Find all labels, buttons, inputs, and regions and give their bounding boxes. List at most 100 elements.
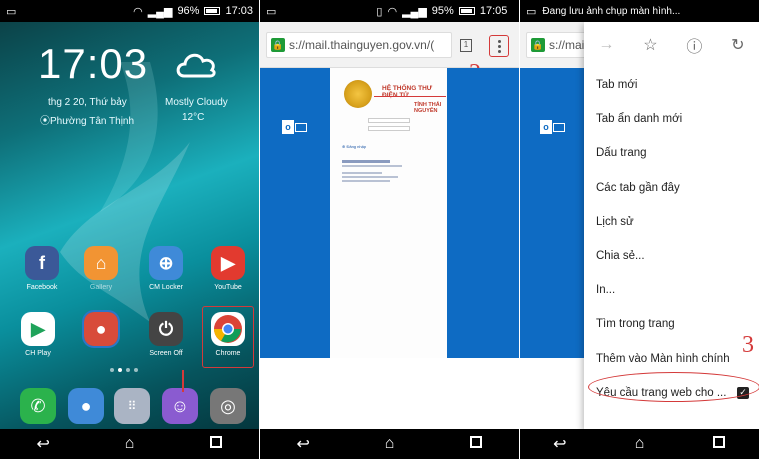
menu-new-incognito-tab[interactable]: Tab ẩn danh mới	[584, 102, 759, 136]
forward-icon[interactable]: →	[598, 36, 614, 54]
menu-share[interactable]: Chia sẻ...	[584, 239, 759, 273]
play-store-icon: ▶	[21, 312, 55, 346]
temperature-label: 12°C	[182, 112, 205, 123]
app-voice[interactable]: ●	[75, 310, 127, 350]
login-link[interactable]: ⊕ Đăng nhập	[342, 144, 366, 149]
status-bar: ▭ ▯ ◠ ▂▄▆ 95% 17:05	[260, 0, 519, 22]
clock-widget[interactable]: 17:03	[38, 40, 148, 88]
dock: ✆ ● ⠿ ☺ ◎	[0, 384, 259, 429]
signal-icon: ▂▄▆	[402, 5, 427, 18]
camera-icon[interactable]: ◎	[210, 388, 246, 424]
notification-text: Đang lưu ảnh chụp màn hình...	[542, 5, 681, 17]
wifi-icon: ◠	[133, 5, 143, 18]
battery-percent: 95%	[431, 5, 454, 17]
weather-label: Mostly Cloudy	[165, 97, 228, 108]
url-bar[interactable]: 🔒 s://mail.thainguyen.gov.vn/(	[266, 32, 452, 58]
home-icon[interactable]: ⌂	[114, 435, 144, 453]
back-icon[interactable]: ↩	[545, 434, 575, 454]
footer-text	[342, 180, 390, 182]
facebook-icon: f	[25, 246, 59, 280]
home-icon[interactable]: ⌂	[624, 435, 654, 453]
back-icon[interactable]: ↩	[288, 434, 318, 454]
menu-button[interactable]	[489, 35, 509, 57]
microphone-icon: ●	[82, 310, 120, 348]
nav-bar: ↩ ⌂	[0, 429, 259, 459]
page-indicator	[110, 368, 138, 372]
nav-bar: ↩ ⌂	[260, 429, 519, 459]
outlook-icon: o	[540, 118, 566, 136]
battery-icon	[458, 7, 475, 15]
status-bar: ▭ ◠ ▂▄▆ 96% 17:03	[0, 0, 259, 22]
back-icon[interactable]: ↩	[28, 434, 58, 454]
home-icon[interactable]: ⌂	[374, 435, 404, 453]
title-divider	[374, 96, 446, 97]
footer-text	[342, 160, 390, 163]
location-label: ⦿Phường Tân Thịnh	[40, 116, 135, 127]
mail-login-page: HỆ THỐNG THƯ ĐIỆN TỬ TỈNH THÁI NGUYÊN ⊕ …	[330, 68, 448, 358]
menu-new-tab[interactable]: Tab mới	[584, 68, 759, 102]
contacts-icon[interactable]: ●	[68, 388, 104, 424]
date-label: thg 2 20, Thứ bảy	[48, 97, 127, 108]
footer-text	[342, 165, 402, 167]
browser-panel: ▭ ▯ ◠ ▂▄▆ 95% 17:05 🔒 s://mail.thainguye…	[260, 0, 519, 459]
app-ch-play[interactable]: ▶ CH Play	[12, 312, 64, 357]
gallery-icon: ⌂	[84, 246, 118, 280]
home-screen-panel: ▭ ◠ ▂▄▆ 96% 17:03 17:03 thg 2 20, Thứ bả…	[0, 0, 259, 459]
messages-icon[interactable]: ☺	[162, 388, 198, 424]
outlook-side-panel	[447, 68, 519, 358]
menu-bookmarks[interactable]: Dấu trang	[584, 136, 759, 170]
app-chrome[interactable]: Chrome	[202, 312, 254, 357]
screenshot-icon: ▭	[266, 5, 277, 18]
status-time: 17:05	[479, 5, 508, 17]
menu-recent-tabs[interactable]: Các tab gần đây	[584, 171, 759, 205]
footer-text	[342, 172, 382, 174]
info-icon[interactable]: ⓘ	[686, 33, 702, 57]
menu-print[interactable]: In...	[584, 273, 759, 307]
lock-icon: 🔒	[531, 38, 545, 52]
recents-icon[interactable]	[704, 435, 734, 453]
tab-switcher-button[interactable]: 1	[460, 39, 472, 52]
menu-find-in-page[interactable]: Tìm trong trang	[584, 307, 759, 341]
desktop-site-highlight	[588, 372, 759, 402]
reload-icon[interactable]: ↻	[731, 35, 744, 55]
chrome-icon	[211, 312, 245, 346]
signal-icon: ▂▄▆	[147, 5, 173, 18]
power-icon: ⏻	[149, 312, 183, 346]
lock-icon: 🔒	[271, 38, 285, 52]
battery-icon	[204, 7, 221, 15]
star-icon[interactable]: ☆	[643, 35, 657, 55]
nav-bar: ↩ ⌂	[520, 429, 759, 459]
outlook-icon: o	[282, 118, 308, 136]
step-1-marker	[182, 370, 184, 392]
app-gallery[interactable]: ⌂ Gallery	[75, 246, 127, 291]
outlook-side-panel: o	[260, 68, 330, 358]
browser-menu-panel: ▭ Đang lưu ảnh chụp màn hình... 🔒 s://ma…	[520, 0, 759, 459]
menu-history[interactable]: Lịch sử	[584, 205, 759, 239]
app-drawer-icon[interactable]: ⠿	[114, 388, 150, 424]
chrome-menu: → ☆ ⓘ ↻ Tab mới Tab ẩn danh mới Dấu tran…	[584, 22, 759, 429]
wifi-icon: ◠	[387, 5, 398, 18]
password-field[interactable]	[368, 126, 410, 131]
screenshot-icon: ▭	[6, 5, 17, 18]
recents-icon[interactable]	[201, 435, 231, 453]
footer-text	[342, 176, 398, 178]
page-subtitle: TỈNH THÁI NGUYÊN	[414, 102, 442, 114]
cloud-weather-icon	[176, 53, 216, 78]
outlook-side-panel: o	[520, 68, 584, 358]
status-bar: ▭ Đang lưu ảnh chụp màn hình...	[520, 0, 759, 22]
phone-icon[interactable]: ✆	[20, 388, 56, 424]
app-screen-off[interactable]: ⏻ Screen Off	[140, 312, 192, 357]
national-emblem	[344, 80, 372, 108]
status-time: 17:03	[225, 5, 253, 17]
app-facebook[interactable]: f Facebook	[16, 246, 68, 291]
app-cm-locker[interactable]: ⊕ CM Locker	[140, 246, 192, 291]
vibrate-icon: ▯	[376, 5, 383, 18]
step-3-label: 3	[742, 332, 754, 358]
username-field[interactable]	[368, 118, 410, 123]
app-youtube[interactable]: ▶ YouTube	[202, 246, 254, 291]
menu-add-to-home[interactable]: Thêm vào Màn hình chính	[584, 342, 759, 376]
youtube-icon: ▶	[211, 246, 245, 280]
screenshot-icon: ▭	[526, 5, 537, 18]
recents-icon[interactable]	[461, 435, 491, 453]
battery-percent: 96%	[177, 5, 200, 17]
